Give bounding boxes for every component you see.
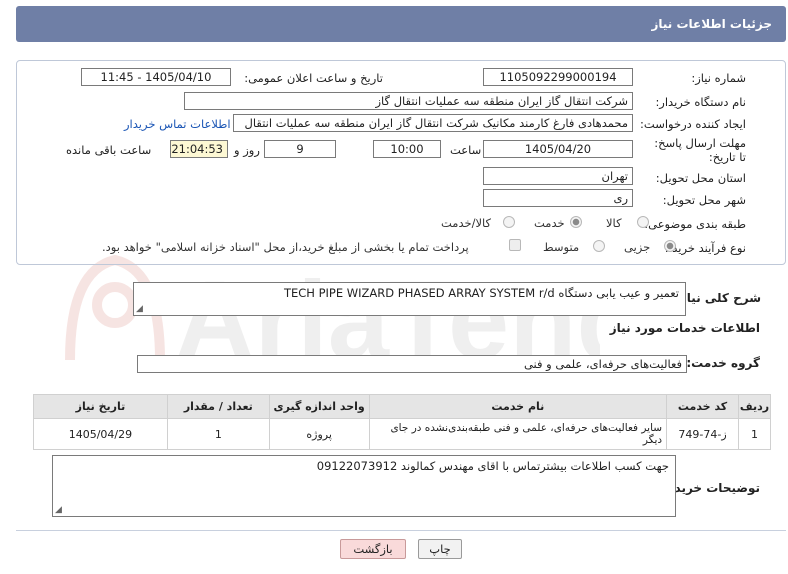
buyer-notes-field: جهت کسب اطلاعات بیشترتماس با اقای مهندس … bbox=[52, 455, 676, 517]
buyer-contact-link[interactable]: اطلاعات تماس خریدار bbox=[124, 117, 231, 131]
time-remaining-label: ساعت باقی مانده bbox=[66, 143, 152, 157]
col-service-name: نام خدمت bbox=[368, 394, 668, 419]
need-number-label: شماره نیاز: bbox=[691, 71, 746, 85]
buyer-org-label: نام دستگاه خریدار: bbox=[655, 95, 746, 109]
announce-field: 1405/04/10 - 11:45 bbox=[81, 68, 231, 86]
creator-field: محمدهادی فارغ کارمند مکانیک شرکت انتقال … bbox=[233, 114, 633, 132]
col-quantity: تعداد / مقدار bbox=[166, 394, 270, 419]
deadline-time-field: 10:00 bbox=[373, 140, 441, 158]
category-option-service: خدمت bbox=[534, 216, 565, 230]
services-table: ردیف کد خدمت نام خدمت واحد اندازه گیری ت… bbox=[33, 394, 771, 450]
col-need-date: تاریخ نیاز bbox=[33, 394, 168, 419]
page-title: جزئیات اطلاعات نیاز bbox=[651, 17, 772, 31]
print-button[interactable]: چاپ bbox=[418, 539, 462, 559]
process-radio-minor[interactable] bbox=[664, 240, 676, 252]
cell-service-code: ز-74-749 bbox=[666, 418, 740, 450]
col-row-number: ردیف bbox=[738, 394, 771, 419]
buyer-org-field: شرکت انتقال گاز ایران منطقه سه عملیات ان… bbox=[184, 92, 633, 110]
city-field: ری bbox=[483, 189, 633, 207]
service-group-field: فعالیت‌های حرفه‌ای، علمی و فنی bbox=[137, 355, 687, 373]
resize-handle-icon[interactable]: ◢ bbox=[55, 506, 62, 515]
description-text: تعمیر و عیب یابی دستگاه TECH PIPE WIZARD… bbox=[283, 286, 679, 300]
days-label: روز و bbox=[234, 143, 260, 157]
description-field: تعمیر و عیب یابی دستگاه TECH PIPE WIZARD… bbox=[133, 282, 686, 316]
deadline-date-field: 1405/04/20 bbox=[483, 140, 633, 158]
cell-unit: پروژه bbox=[268, 418, 370, 450]
city-label: شهر محل تحویل: bbox=[662, 193, 746, 207]
treasury-payment-checkbox[interactable] bbox=[509, 239, 521, 251]
category-radio-service[interactable] bbox=[570, 216, 582, 228]
footer-divider bbox=[16, 530, 786, 531]
deadline-time-label: ساعت bbox=[450, 143, 482, 157]
description-label: شرح کلی نیاز: bbox=[675, 291, 761, 305]
service-group-label: گروه خدمت: bbox=[686, 356, 760, 370]
category-option-goods-service: کالا/خدمت bbox=[441, 216, 492, 230]
category-label: طبقه بندی موضوعی: bbox=[644, 217, 746, 231]
category-option-goods: کالا bbox=[606, 216, 622, 230]
col-unit: واحد اندازه گیری bbox=[268, 394, 370, 419]
process-option-minor: جزیی bbox=[624, 240, 651, 254]
announce-label: تاریخ و ساعت اعلان عمومی: bbox=[244, 71, 383, 85]
category-radio-goods[interactable] bbox=[637, 216, 649, 228]
deadline-label: مهلت ارسال پاسخ: تا تاریخ: bbox=[654, 136, 746, 164]
table-header-row: ردیف کد خدمت نام خدمت واحد اندازه گیری ت… bbox=[33, 394, 771, 419]
time-remaining-field: 21:04:53 bbox=[170, 140, 228, 158]
cell-row-number: 1 bbox=[738, 418, 771, 450]
province-field: تهران bbox=[483, 167, 633, 185]
process-label: نوع فرآیند خرید : bbox=[664, 241, 746, 255]
creator-label: ایجاد کننده درخواست: bbox=[640, 117, 746, 131]
process-radio-medium[interactable] bbox=[593, 240, 605, 252]
category-radio-goods-service[interactable] bbox=[503, 216, 515, 228]
col-service-code: کد خدمت bbox=[666, 394, 740, 419]
back-button[interactable]: بازگشت bbox=[340, 539, 406, 559]
need-number-field: 1105092299000194 bbox=[483, 68, 633, 86]
cell-need-date: 1405/04/29 bbox=[33, 418, 168, 450]
process-option-medium: متوسط bbox=[543, 240, 580, 254]
buyer-notes-text: جهت کسب اطلاعات بیشترتماس با اقای مهندس … bbox=[316, 459, 669, 473]
days-remaining-field: 9 bbox=[264, 140, 336, 158]
resize-handle-icon[interactable]: ◢ bbox=[136, 305, 143, 314]
services-section-title: اطلاعات خدمات مورد نیاز bbox=[609, 321, 760, 335]
cell-quantity: 1 bbox=[166, 418, 270, 450]
page-header: جزئیات اطلاعات نیاز bbox=[16, 6, 786, 42]
table-row: 1 ز-74-749 سایر فعالیت‌های حرفه‌ای، علمی… bbox=[33, 418, 771, 450]
cell-service-name: سایر فعالیت‌های حرفه‌ای، علمی و فنی طبقه… bbox=[368, 418, 668, 450]
treasury-payment-note: پرداخت تمام یا بخشی از مبلغ خرید،از محل … bbox=[102, 240, 469, 254]
province-label: استان محل تحویل: bbox=[655, 171, 746, 185]
